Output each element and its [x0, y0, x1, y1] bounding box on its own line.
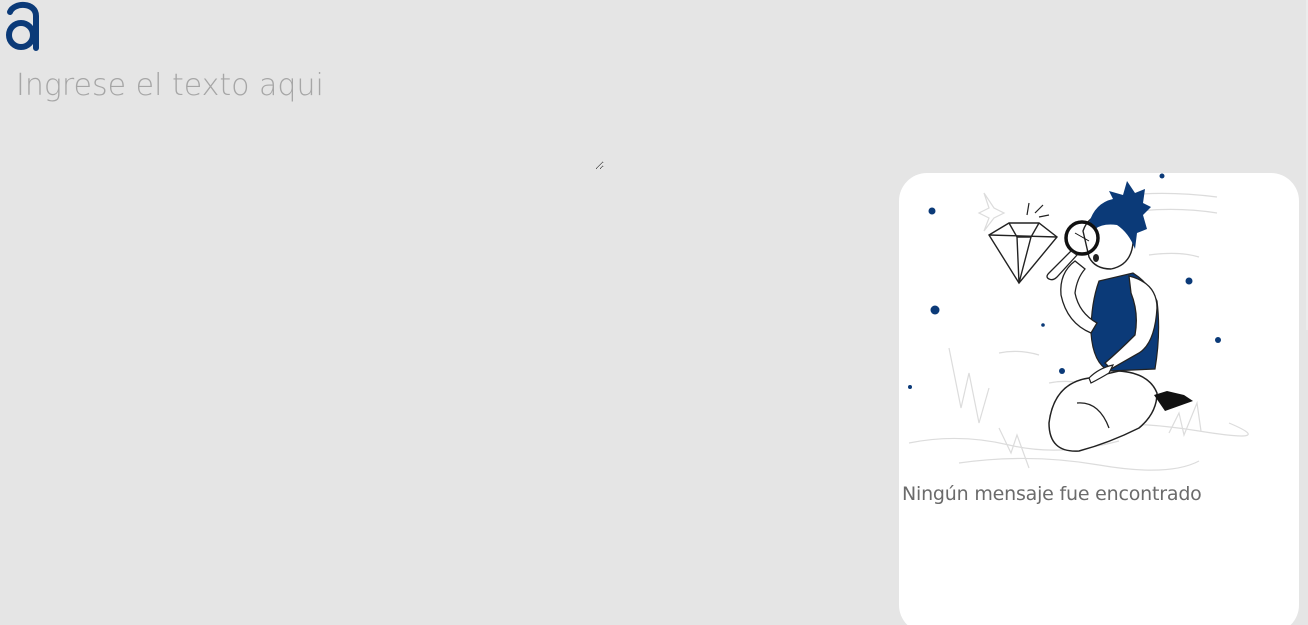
search-empty-illustration [908, 173, 1249, 471]
message-text-input[interactable] [8, 62, 604, 170]
app-page: Ningún mensaje fue encontrado [0, 0, 1308, 625]
empty-results-message: Ningún mensaje fue encontrado [902, 483, 1202, 505]
brand-logo-icon [6, 2, 39, 51]
results-panel: Ningún mensaje fue encontrado [899, 173, 1299, 625]
